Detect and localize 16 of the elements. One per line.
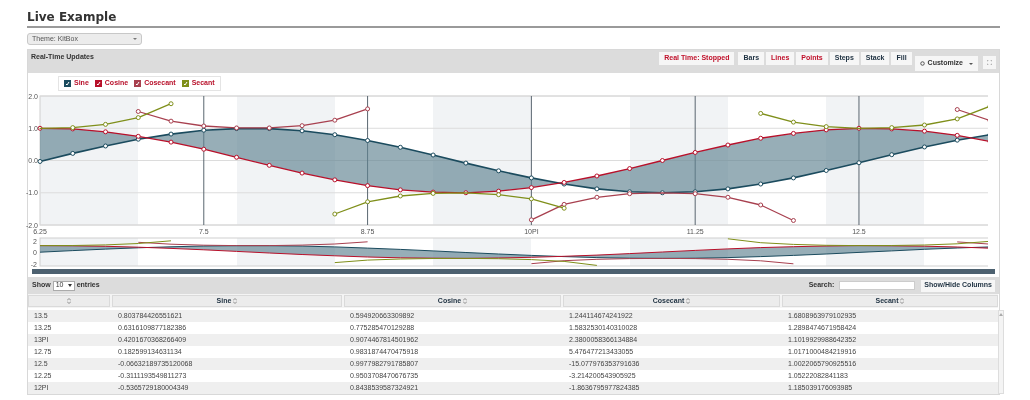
range-scrollbar[interactable] [32, 269, 995, 274]
gear-icon [919, 61, 925, 66]
legend-checkbox[interactable] [134, 80, 142, 87]
caret-icon [133, 38, 137, 40]
page-title: Live Example [27, 9, 118, 25]
fullscreen-button[interactable] [983, 56, 996, 69]
legend-checkbox[interactable] [181, 80, 189, 87]
expand-icon [987, 60, 992, 65]
column-header[interactable] [28, 295, 110, 307]
caret-icon [969, 62, 973, 65]
legend-checkbox[interactable] [64, 80, 71, 87]
table-scrollbar[interactable] [998, 310, 1004, 394]
search-field[interactable] [839, 281, 916, 290]
scroll-up-icon [999, 313, 1003, 316]
caret-icon [67, 284, 72, 287]
legend-checkbox[interactable] [94, 80, 102, 87]
